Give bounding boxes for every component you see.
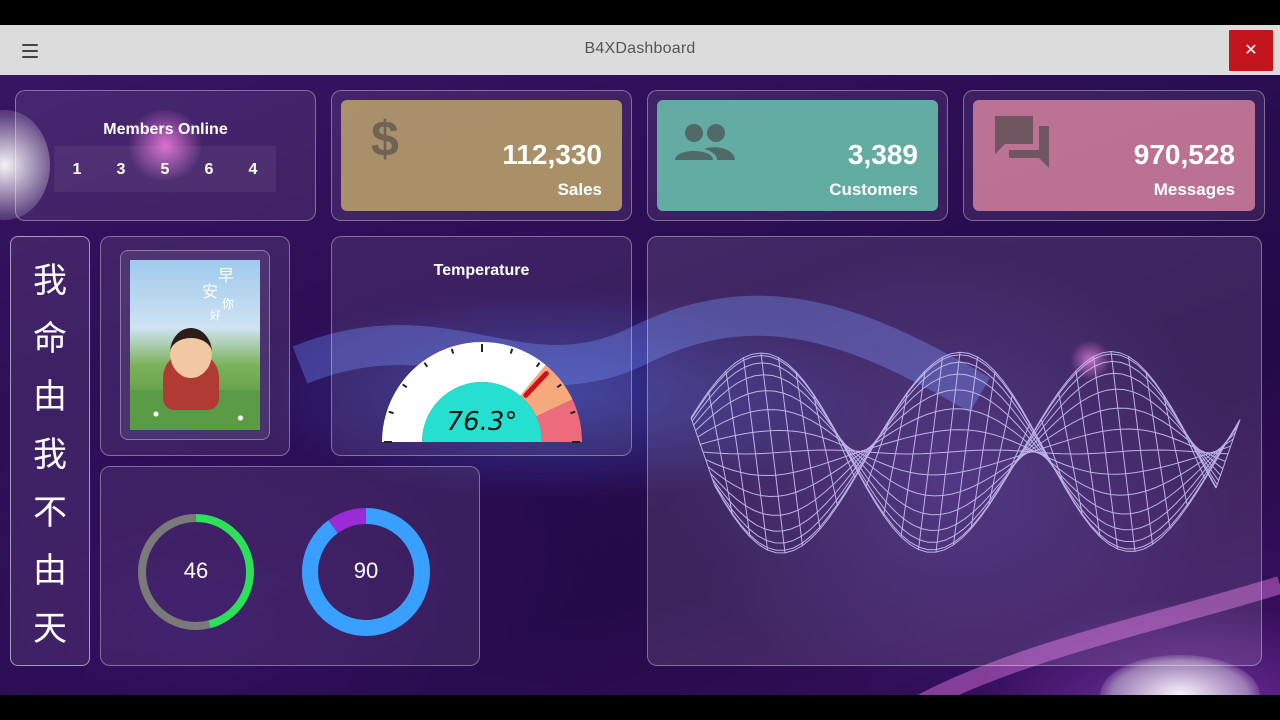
messages-value: 970,528 [1133,139,1235,170]
sales-value: 112,330 [502,139,602,170]
sales-card: $ 112,330 Sales [331,90,632,221]
progress-rings-card: 46 90 [100,466,480,666]
sales-label: Sales [557,180,602,199]
wireframe-card [647,236,1262,666]
ring-value-90: 90 [353,558,379,583]
wave-line [778,357,803,546]
dashboard-app: B4XDashboard ✕ Members Online 1 3 5 6 4 … [0,25,1280,695]
people-icon [675,124,735,160]
character-photo: 早 安 你 好 [130,260,260,430]
members-counter: 1 3 5 6 4 [54,146,276,192]
vertical-char: 由 [33,551,67,591]
gauge-value-text: 76.3° [447,407,518,437]
chat-icon [995,116,1049,168]
messages-card-inner: 970,528 Messages [973,100,1255,211]
vertical-char: 由 [33,377,67,417]
wave-line [1093,356,1118,549]
temperature-title: Temperature [433,262,530,279]
members-digit: 1 [72,161,82,178]
members-digit: 4 [248,161,258,178]
close-button[interactable]: ✕ [1229,30,1273,71]
ring-90-remainder [328,508,367,534]
photo-character-face [170,328,212,378]
messages-label: Messages [1153,180,1235,199]
ring-value-46: 46 [183,558,209,583]
vertical-char: 我 [33,435,67,475]
messages-card: 970,528 Messages [963,90,1265,221]
members-digit: 5 [160,161,170,178]
wave-line [690,417,716,487]
image-card: 早 安 你 好 [100,236,290,456]
temperature-gauge: 76.3° [382,342,582,443]
wireframe-wave [690,350,1241,554]
members-digit: 3 [116,161,126,178]
wave-line [710,389,1236,516]
members-online-title: Members Online [103,121,228,138]
customers-label: Customers [829,180,918,199]
vertical-char: 不 [33,493,67,533]
members-online-card: Members Online 1 3 5 6 4 [15,90,316,221]
vertical-char: 命 [33,319,67,359]
wave-line [705,429,1231,477]
close-icon: ✕ [1244,42,1258,59]
customers-card: 3,389 Customers [647,90,948,221]
vertical-char: 天 [33,609,67,649]
temperature-card: Temperature 76.3° [331,236,632,456]
window-title: B4XDashboard [584,40,696,57]
customers-card-inner: 3,389 Customers [657,100,938,211]
customers-value: 3,389 [847,139,918,170]
title-bar: B4XDashboard ✕ [0,25,1280,75]
vertical-text-card: 我 命 由 我 不 由 天 [10,236,90,666]
sales-card-inner: $ 112,330 Sales [341,100,622,211]
wave-line [714,351,1241,554]
dollar-icon: $ [371,111,399,167]
members-digit: 6 [204,161,214,178]
vertical-char: 我 [33,261,67,301]
